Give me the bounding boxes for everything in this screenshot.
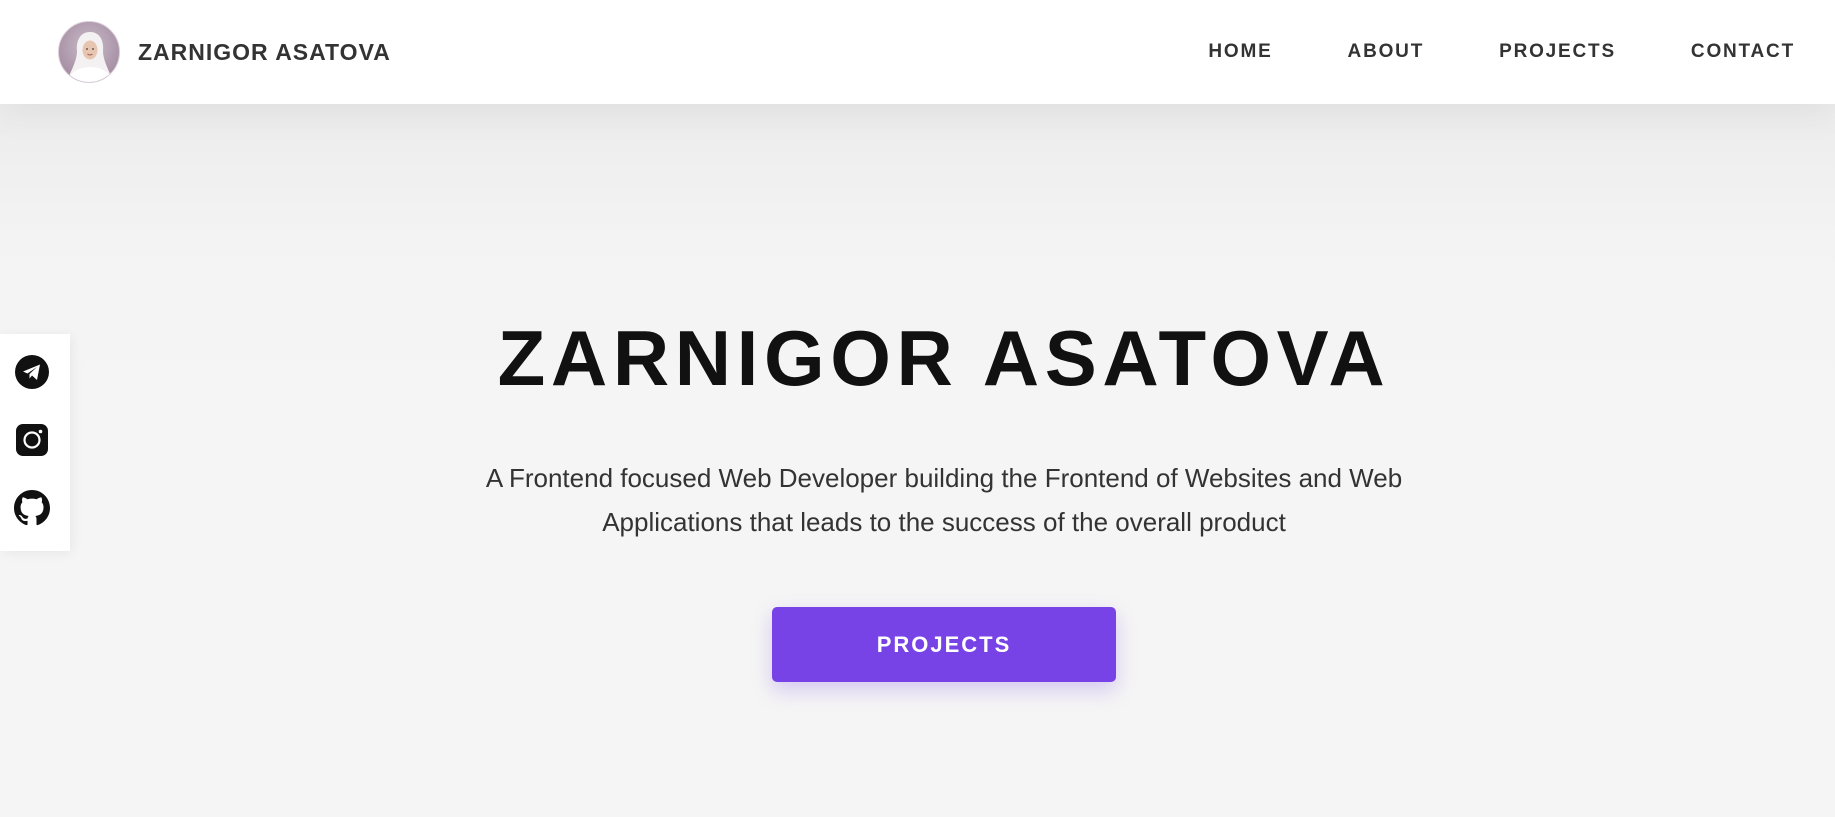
nav-home[interactable]: HOME xyxy=(1208,41,1272,63)
hero-title: ZARNIGOR ASATOVA xyxy=(497,314,1391,402)
github-icon xyxy=(14,490,50,526)
avatar xyxy=(58,21,120,83)
telegram-link[interactable] xyxy=(14,354,50,390)
nav-contact[interactable]: CONTACT xyxy=(1691,41,1795,63)
nav-about[interactable]: ABOUT xyxy=(1348,41,1425,63)
projects-button[interactable]: PROJECTS xyxy=(772,607,1116,682)
brand-name: ZARNIGOR ASATOVA xyxy=(138,38,391,65)
instagram-link[interactable] xyxy=(14,422,50,458)
hero-subtitle-line-2: Applications that leads to the success o… xyxy=(602,507,1286,537)
github-link[interactable] xyxy=(14,490,50,526)
social-sidebar xyxy=(0,334,70,551)
telegram-icon xyxy=(15,355,49,389)
brand-link[interactable]: ZARNIGOR ASATOVA xyxy=(58,21,391,83)
instagram-icon xyxy=(16,424,48,456)
hero-subtitle: A Frontend focused Web Developer buildin… xyxy=(444,456,1444,544)
hero-section: ZARNIGOR ASATOVA A Frontend focused Web … xyxy=(0,104,1835,817)
main-nav: HOME ABOUT PROJECTS CONTACT xyxy=(1208,41,1795,63)
site-header: ZARNIGOR ASATOVA HOME ABOUT PROJECTS CON… xyxy=(0,0,1835,104)
hero-subtitle-line-1: A Frontend focused Web Developer buildin… xyxy=(485,463,1403,493)
nav-projects[interactable]: PROJECTS xyxy=(1499,41,1616,63)
